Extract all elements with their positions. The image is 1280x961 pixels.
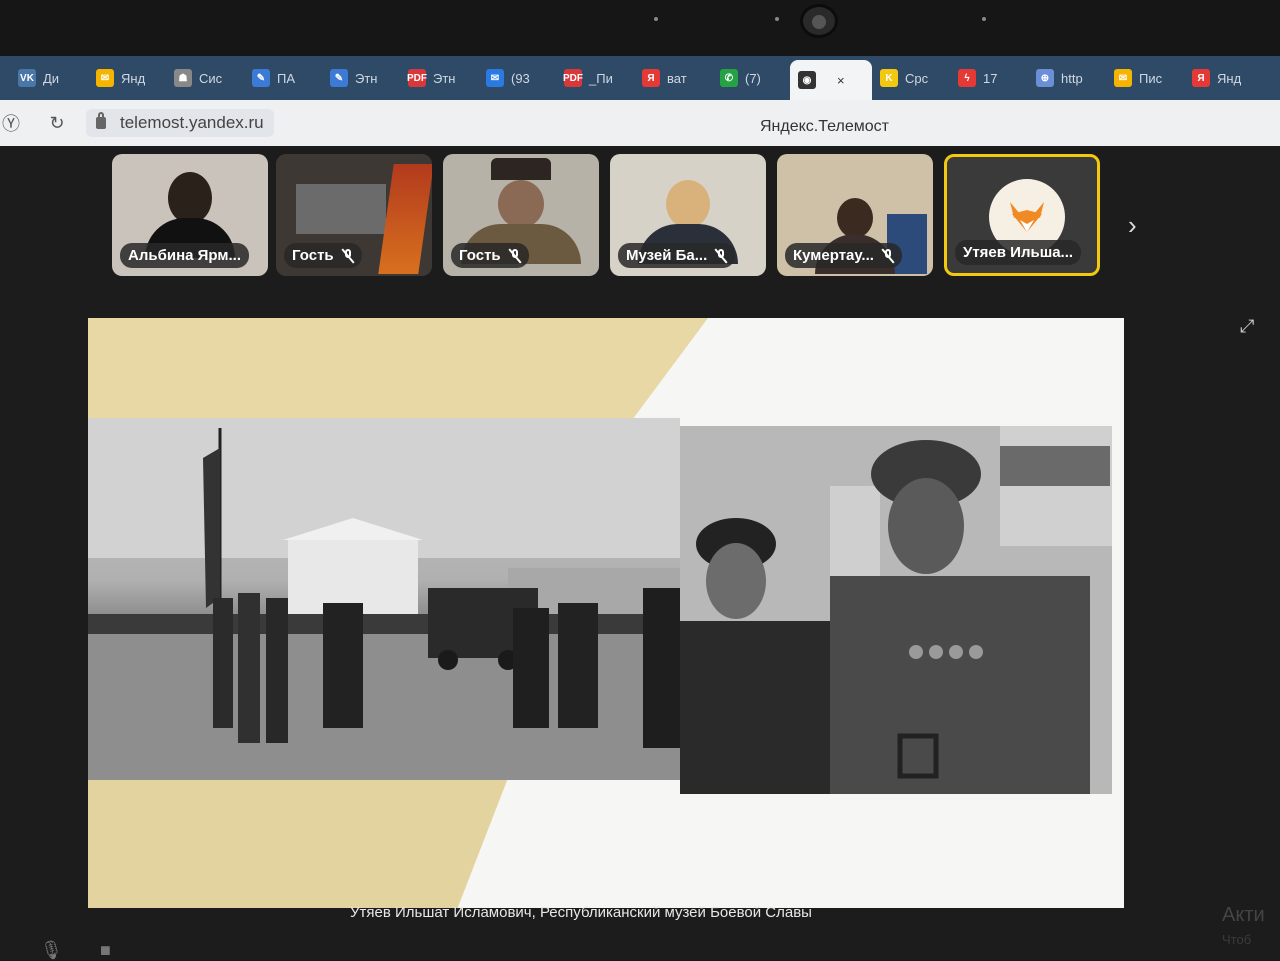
pdf-icon: PDF xyxy=(407,69,427,87)
flag-image xyxy=(378,164,432,274)
participant-tile[interactable]: Музей Ба... xyxy=(610,154,766,276)
windows-activation-watermark: Акти xyxy=(1222,904,1265,926)
microphone-icon[interactable]: 🎙 xyxy=(40,940,63,961)
mic-off-icon xyxy=(715,248,727,263)
browser-tab-strip: VK Ди ✉ Янд ☗ Сис ✎ ПА ✎ Этн PDF Этн ✉ (93 PDF _Пи Яват ✆… xyxy=(0,56,1280,100)
browser-tab[interactable]: VK Ди xyxy=(10,62,88,94)
browser-tab-label: Сис xyxy=(199,70,223,86)
slide-decoration xyxy=(88,778,508,908)
yandex-mail-icon: ✉ xyxy=(1114,69,1132,87)
mic-off-icon xyxy=(882,248,894,263)
page-title: Яндекс.Телемост xyxy=(760,118,889,135)
presentation-slide xyxy=(88,318,1124,908)
laptop-bezel xyxy=(0,0,1280,56)
participant-name: Гость xyxy=(284,243,362,268)
browser-tab-label: Этн xyxy=(433,70,456,86)
participant-tile[interactable]: Гость xyxy=(276,154,432,276)
browser-tab[interactable]: PDF Этн xyxy=(400,62,478,94)
vk-icon: VK xyxy=(18,69,36,87)
address-bar: Ⓨ ↻ telemost.yandex.ru xyxy=(0,100,1280,146)
historical-photo-portrait xyxy=(680,426,1112,794)
yandex-browser-icon[interactable]: Ⓨ xyxy=(0,112,22,134)
browser-tab-label: http xyxy=(1061,70,1083,86)
feather-icon: ✎ xyxy=(330,69,348,87)
browser-tab-label: ват xyxy=(667,70,687,86)
browser-tab[interactable]: PDF _Пи xyxy=(556,62,634,94)
participant-tile[interactable]: Кумертау... xyxy=(777,154,933,276)
participant-tile[interactable]: Альбина Ярм... xyxy=(112,154,268,276)
browser-tab[interactable]: Яват xyxy=(634,62,712,94)
bezel-dot xyxy=(775,17,779,21)
url-field[interactable]: telemost.yandex.ru xyxy=(86,109,274,137)
lock-icon xyxy=(96,112,106,129)
fullscreen-icon[interactable]: ⤢ xyxy=(1240,316,1254,337)
browser-tab-label: Этн xyxy=(355,70,378,86)
participant-name: Музей Ба... xyxy=(618,243,736,268)
browser-tab[interactable]: ✎ Этн xyxy=(322,62,400,94)
browser-tab[interactable]: ⊕ http xyxy=(1028,62,1106,94)
browser-tab[interactable]: ◉ × xyxy=(790,60,872,100)
mic-off-icon xyxy=(342,248,354,263)
participant-tile-active-speaker[interactable]: Утяев Ильша... xyxy=(944,154,1100,276)
yandex-icon: Я xyxy=(1192,69,1210,87)
slide-caption: Утяев Ильшат Исламович, Республиканский … xyxy=(350,904,812,921)
k-icon: K xyxy=(880,69,898,87)
mic-off-icon xyxy=(509,248,521,263)
lightning-icon: ϟ xyxy=(958,69,976,87)
pdf-icon: PDF xyxy=(563,69,583,87)
browser-tab[interactable]: ✉ Янд xyxy=(88,62,166,94)
browser-tab-label: 17 xyxy=(983,70,998,86)
browser-tab-label: Пис xyxy=(1139,70,1163,86)
close-tab-icon[interactable]: × xyxy=(837,73,845,88)
chevron-right-icon[interactable]: › xyxy=(1128,210,1137,241)
browser-tab-label: (7) xyxy=(745,70,761,86)
browser-tab[interactable]: ✉ Пис xyxy=(1106,62,1184,94)
browser-tab[interactable]: ✉ (93 xyxy=(478,62,556,94)
browser-tab-label: _Пи xyxy=(589,70,613,86)
bezel-dot xyxy=(654,17,658,21)
bezel-dot xyxy=(982,17,986,21)
webcam xyxy=(800,4,838,38)
camera-icon[interactable]: ■ xyxy=(100,940,111,961)
participant-name: Альбина Ярм... xyxy=(120,243,249,268)
slide-decoration xyxy=(88,318,708,418)
whatsapp-icon: ✆ xyxy=(720,69,738,87)
participant-tile[interactable]: Гость xyxy=(443,154,599,276)
browser-tab-label: Ди xyxy=(43,70,60,86)
windows-activation-watermark-sub: Чтоб xyxy=(1222,932,1252,947)
browser-tab-label: Янд xyxy=(121,70,146,86)
site-icon: ☗ xyxy=(174,69,192,87)
meeting-stage: Альбина Ярм... Гость Гость Музей Ба... К… xyxy=(0,146,1280,960)
browser-tab-label: (93 xyxy=(511,70,530,86)
reload-icon[interactable]: ↻ xyxy=(46,112,68,134)
browser-tab[interactable]: ✎ ПА xyxy=(244,62,322,94)
yandex-icon: Я xyxy=(642,69,660,87)
browser-tab[interactable]: ☗ Сис xyxy=(166,62,244,94)
feather-icon: ✎ xyxy=(252,69,270,87)
mail-icon: ✉ xyxy=(486,69,504,87)
browser-tab-label: ПА xyxy=(277,70,296,86)
browser-tab-label: Срс xyxy=(905,70,929,86)
browser-tab[interactable]: K Срс xyxy=(872,62,950,94)
browser-tab[interactable]: ϟ 17 xyxy=(950,62,1028,94)
participant-video xyxy=(296,184,386,234)
historical-photo-parade xyxy=(88,418,680,780)
browser-tab[interactable]: ✆ (7) xyxy=(712,62,790,94)
url-text: telemost.yandex.ru xyxy=(120,113,264,132)
participant-name: Гость xyxy=(451,243,529,268)
participant-name: Кумертау... xyxy=(785,243,902,268)
globe-icon: ⊕ xyxy=(1036,69,1054,87)
browser-tab-label: Янд xyxy=(1217,70,1242,86)
telemost-icon: ◉ xyxy=(798,71,816,89)
browser-tab[interactable]: Я Янд xyxy=(1184,62,1262,94)
yandex-mail-icon: ✉ xyxy=(96,69,114,87)
participant-name: Утяев Ильша... xyxy=(955,240,1082,265)
